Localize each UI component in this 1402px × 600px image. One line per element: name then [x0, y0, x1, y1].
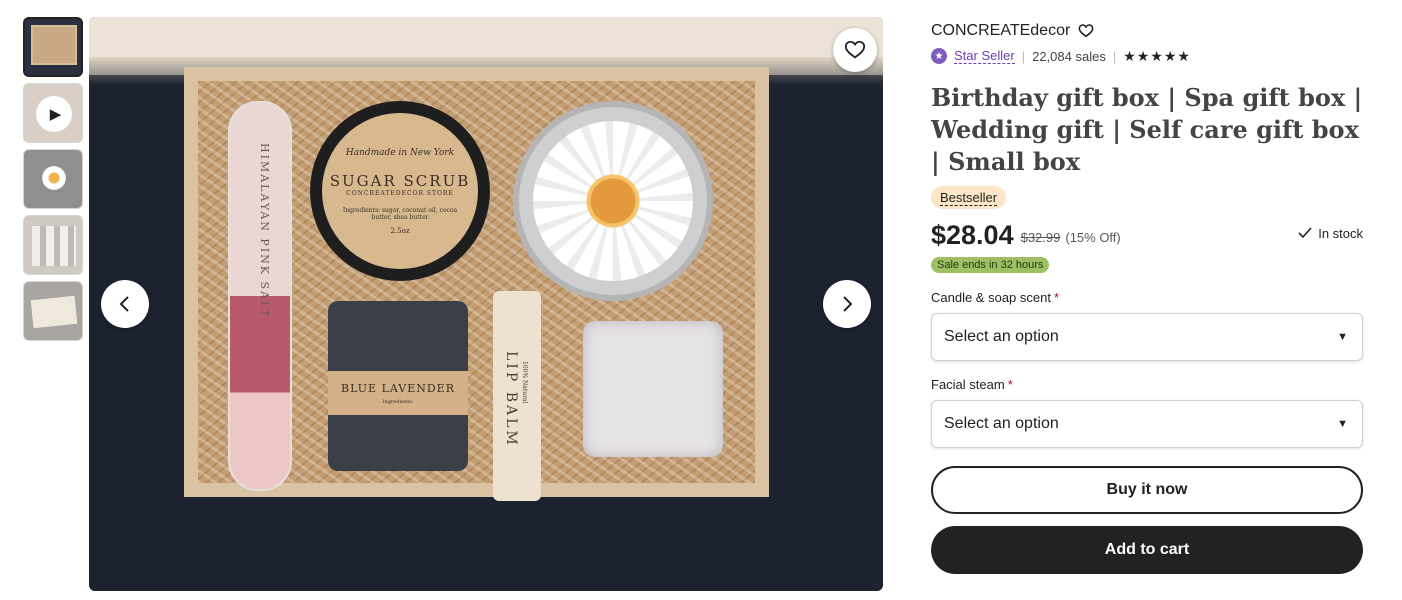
original-price: $32.99 — [1020, 230, 1061, 245]
thumbnail-image — [42, 166, 66, 190]
thumbnail-video[interactable]: ▶ — [23, 83, 83, 143]
scrub-store: CONCREATEDECOR STORE — [346, 189, 454, 197]
caret-down-icon: ▼ — [1337, 331, 1348, 343]
divider: | — [1021, 48, 1026, 64]
next-image-button[interactable] — [823, 280, 871, 328]
lavender-ingredients: Ingredients: — [382, 398, 414, 405]
soap-bar — [583, 321, 723, 457]
caret-down-icon: ▼ — [1337, 418, 1348, 430]
thumbnail-image — [31, 25, 77, 65]
star-seller-link[interactable]: Star Seller — [954, 48, 1015, 64]
heart-icon — [844, 40, 866, 59]
check-icon — [1298, 227, 1312, 239]
sugar-scrub-jar: Handmade in New York SUGAR SCRUB CONCREA… — [310, 101, 490, 281]
scrub-ingredients: Ingredients: sugar, coconut oil, cocoa b… — [342, 206, 458, 221]
lavender-label: BLUE LAVENDER Ingredients: — [328, 371, 468, 415]
salt-tube-label: HIMALAYAN PINK SALT — [258, 143, 271, 319]
shop-row: CONCREATEdecor — [931, 20, 1363, 42]
daisy-candle — [513, 101, 713, 301]
thumbnail-image — [30, 295, 78, 329]
scent-label: Candle & soap scent * — [931, 290, 1363, 305]
shop-meta: ★ Star Seller | 22,084 sales | ★★★★★ — [931, 46, 1363, 66]
main-product-image[interactable]: HIMALAYAN PINK SALT Handmade in New York… — [89, 17, 883, 591]
stock-label: In stock — [1318, 225, 1363, 241]
current-price: $28.04 — [931, 220, 1014, 250]
scent-select-value: Select an option — [944, 328, 1059, 345]
required-mark: * — [1053, 290, 1060, 305]
thumbnail-3[interactable] — [23, 149, 83, 209]
star-badge-icon: ★ — [931, 48, 947, 64]
thumbnail-image — [32, 226, 76, 266]
lip-balm-sub: 100% Natural — [521, 361, 528, 404]
sales-count: 22,084 sales — [1032, 48, 1106, 64]
lavender-jar: BLUE LAVENDER Ingredients: — [328, 301, 468, 471]
stock-status: In stock — [1297, 225, 1363, 241]
facial-steam-label-text: Facial steam — [931, 377, 1005, 392]
divider: | — [1112, 48, 1117, 64]
discount-percent: (15% Off) — [1065, 230, 1121, 245]
required-mark: * — [1007, 377, 1013, 392]
facial-steam-select[interactable]: Select an option ▼ — [931, 400, 1363, 448]
salt-tube: HIMALAYAN PINK SALT — [228, 101, 292, 491]
sugar-scrub-label: Handmade in New York SUGAR SCRUB CONCREA… — [322, 113, 478, 269]
facial-steam-select-value: Select an option — [944, 415, 1059, 432]
product-info-panel: CONCREATEdecor ★ Star Seller | 22,084 sa… — [931, 20, 1363, 574]
previous-image-button[interactable] — [101, 280, 149, 328]
play-icon: ▶ — [36, 96, 72, 132]
chevron-right-icon — [843, 296, 853, 312]
lip-balm-tube: LIP BALM 100% Natural — [493, 291, 541, 501]
sale-ends-badge: Sale ends in 32 hours — [931, 257, 1050, 273]
scrub-name: SUGAR SCRUB — [329, 171, 471, 190]
rating-stars[interactable]: ★★★★★ — [1123, 48, 1191, 65]
thumbnail-5[interactable] — [23, 281, 83, 341]
lip-balm-label: LIP BALM — [503, 351, 519, 448]
add-to-cart-button[interactable]: Add to cart — [931, 526, 1363, 574]
price-row: $28.04 $32.99 (15% Off) In stock — [931, 217, 1363, 251]
scent-select[interactable]: Select an option ▼ — [931, 313, 1363, 361]
daisy-flower — [533, 121, 693, 281]
thumbnail-1[interactable] — [23, 17, 83, 77]
buy-it-now-button[interactable]: Buy it now — [931, 466, 1363, 514]
product-title: Birthday gift box | Spa gift box | Weddi… — [931, 83, 1363, 176]
favorite-button[interactable] — [833, 28, 877, 72]
bestseller-badge[interactable]: Bestseller — [931, 186, 1007, 209]
shop-name-link[interactable]: CONCREATEdecor — [931, 22, 1070, 40]
bestseller-label: Bestseller — [940, 190, 998, 206]
heart-icon — [1078, 24, 1094, 38]
scent-label-text: Candle & soap scent — [931, 290, 1051, 305]
chevron-left-icon — [119, 296, 129, 312]
scrub-origin: Handmade in New York — [345, 147, 455, 158]
thumbnail-strip: ▶ — [23, 17, 83, 347]
follow-shop-button[interactable] — [1078, 23, 1094, 39]
gift-box: HIMALAYAN PINK SALT Handmade in New York… — [184, 67, 769, 501]
lavender-name: BLUE LAVENDER — [340, 381, 455, 395]
scrub-weight: 2.5oz — [390, 226, 410, 235]
facial-steam-label: Facial steam * — [931, 377, 1363, 392]
thumbnail-4[interactable] — [23, 215, 83, 275]
